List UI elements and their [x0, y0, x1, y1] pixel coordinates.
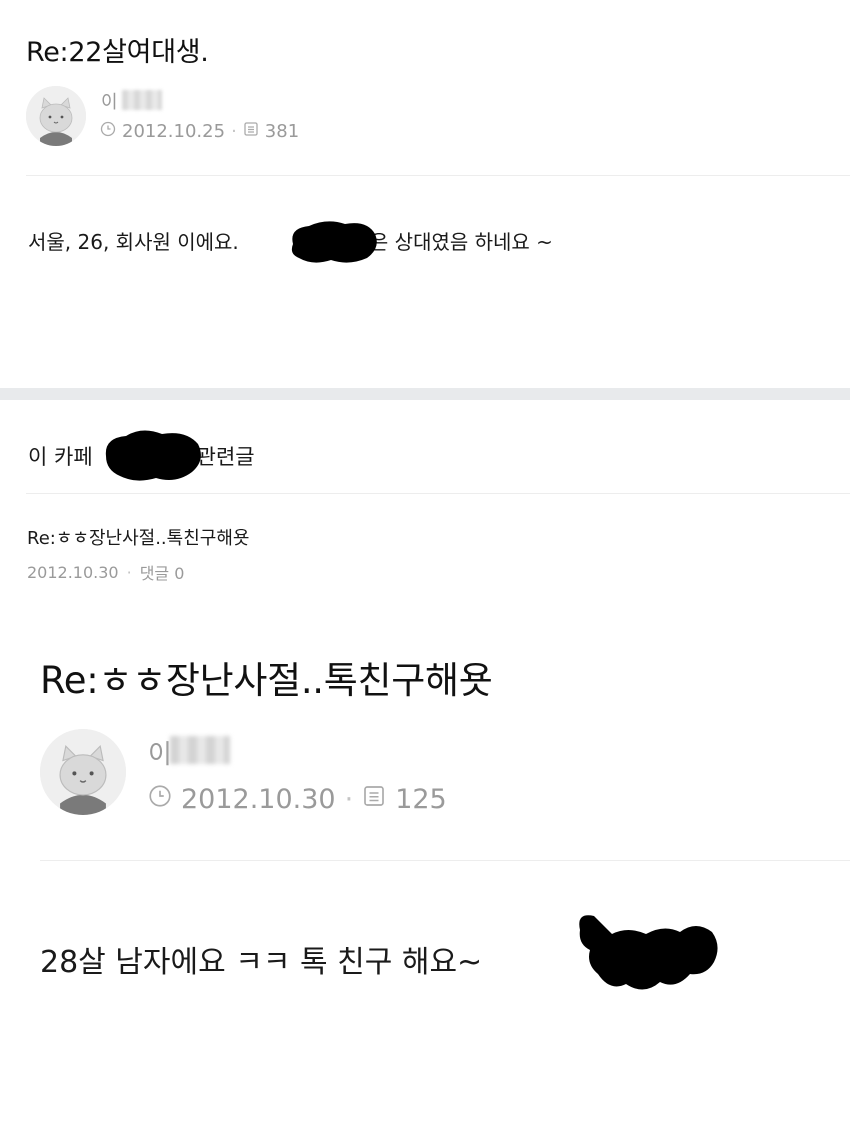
divider — [40, 860, 850, 861]
post-meta: 2012.10.25 · 381 — [100, 121, 299, 142]
clock-icon — [100, 121, 116, 142]
author-name: 이 — [148, 740, 172, 770]
related-item-comments: 댓글 0 — [139, 564, 185, 583]
cat-avatar-icon[interactable] — [26, 86, 86, 146]
post-body: 28살 남자에요 ㅋㅋ 톡 친구 해요~ — [40, 945, 483, 980]
redaction-mark — [105, 430, 201, 481]
related-heading-prefix: 이 카페 — [28, 445, 93, 469]
clock-icon — [148, 784, 172, 815]
meta-separator: · — [231, 121, 237, 142]
divider — [26, 175, 850, 176]
post-title: Re:22살여대생. — [26, 37, 209, 68]
view-count: 381 — [264, 121, 300, 142]
meta-separator: · — [344, 784, 354, 815]
related-item-date: 2012.10.30 — [27, 562, 119, 582]
author-name-mosaic — [122, 90, 162, 110]
document-icon — [362, 784, 386, 815]
post-date: 2012.10.30 — [181, 784, 336, 815]
author-name-mosaic — [170, 736, 230, 764]
post-date: 2012.10.25 — [122, 121, 226, 142]
view-count: 125 — [395, 784, 447, 815]
author-name: 이 — [101, 92, 118, 113]
related-item-meta: 2012.10.30 · 댓글 0 — [27, 560, 184, 584]
post-title: Re:ㅎㅎ장난사절..톡친구해욧 — [40, 659, 493, 702]
redaction-mark — [291, 221, 377, 263]
meta-separator: · — [126, 562, 132, 582]
post-meta: 2012.10.30 · 125 — [148, 784, 447, 815]
related-item-title[interactable]: Re:ㅎㅎ장난사절..톡친구해욧 — [27, 524, 249, 550]
divider — [26, 493, 850, 494]
section-separator — [0, 388, 850, 400]
related-heading-suffix: 관련글 — [196, 445, 255, 469]
redaction-mark — [579, 915, 718, 990]
cat-avatar-icon[interactable] — [40, 729, 126, 815]
post-body-text: 서울, 26, 회사원 이에요. — [28, 230, 246, 254]
document-icon — [243, 121, 259, 142]
